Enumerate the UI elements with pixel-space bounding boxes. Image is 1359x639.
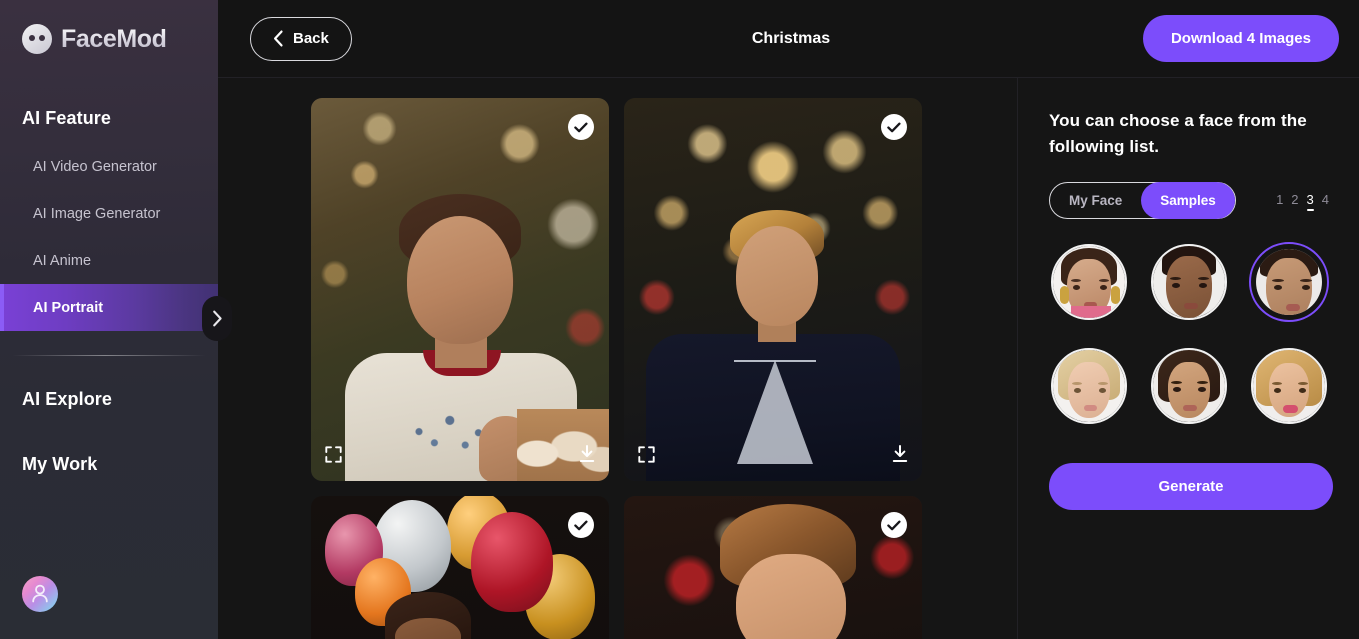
sidebar-section-ai-explore[interactable]: AI Explore [0, 389, 218, 410]
download-button[interactable] [892, 445, 908, 468]
back-button-label: Back [293, 30, 329, 47]
face-sample-2[interactable] [1149, 242, 1229, 322]
result-image [311, 98, 609, 481]
page-3[interactable]: 3 [1306, 192, 1315, 211]
sidebar-item-label: AI Video Generator [33, 158, 157, 175]
result-card-person-with-balloons[interactable] [311, 496, 609, 639]
expand-icon [325, 446, 342, 463]
expand-button[interactable] [325, 446, 342, 468]
sidebar-item-ai-image-generator[interactable]: AI Image Generator [0, 190, 218, 237]
page-1[interactable]: 1 [1276, 192, 1283, 210]
select-checkbox[interactable] [568, 512, 594, 538]
sidebar-section-ai-feature: AI Feature [22, 108, 112, 128]
result-image [624, 496, 922, 639]
sidebar-item-label: AI Portrait [33, 299, 104, 316]
chevron-left-icon [274, 30, 283, 47]
tab-my-face[interactable]: My Face [1050, 182, 1141, 219]
panel-heading: You can choose a face from the following… [1049, 111, 1307, 156]
results-gallery [218, 78, 1018, 639]
face-thumbnail [1051, 348, 1127, 424]
top-header: Back Christmas Download 4 Images [218, 0, 1359, 78]
face-sample-4[interactable] [1049, 346, 1129, 426]
face-thumbnail [1151, 244, 1227, 320]
face-sample-6[interactable] [1249, 346, 1329, 426]
select-checkbox[interactable] [881, 512, 907, 538]
check-icon [887, 520, 901, 530]
sidebar-divider [12, 355, 206, 356]
face-circle-icon [22, 24, 52, 54]
pagination: 1 2 3 4 [1276, 192, 1333, 211]
sidebar-item-label: AI Anime [33, 252, 92, 269]
check-icon [574, 122, 588, 132]
result-image [624, 98, 922, 481]
expand-button[interactable] [638, 446, 655, 468]
source-tabs: My Face Samples [1049, 182, 1236, 219]
check-icon [887, 122, 901, 132]
result-image [311, 496, 609, 639]
sidebar-item-ai-video-generator[interactable]: AI Video Generator [0, 143, 218, 190]
face-sample-5[interactable] [1149, 346, 1229, 426]
download-icon [579, 445, 595, 462]
result-card-smiling-man-cream-sweater[interactable] [311, 98, 609, 481]
face-thumbnail [1051, 244, 1127, 320]
select-checkbox[interactable] [881, 114, 907, 140]
expand-icon [638, 446, 655, 463]
face-thumbnail [1254, 247, 1324, 317]
sidebar-nav: AI Video Generator AI Image Generator AI… [0, 143, 218, 331]
brand-name: FaceMod [61, 24, 167, 53]
download-all-button[interactable]: Download 4 Images [1142, 15, 1339, 62]
chevron-right-icon [212, 310, 222, 327]
app-root: FaceMod AI Feature AI Video Generator AI… [0, 0, 1359, 639]
user-avatar-icon [32, 584, 48, 603]
sidebar-item-ai-anime[interactable]: AI Anime [0, 237, 218, 284]
sidebar-item-label: AI Image Generator [33, 205, 161, 222]
sidebar-collapse-toggle[interactable] [202, 296, 232, 341]
results-grid [311, 98, 1017, 639]
result-card-person-navy-tree-hoodie[interactable] [624, 98, 922, 481]
sidebar: FaceMod AI Feature AI Video Generator AI… [0, 0, 218, 639]
face-sample-grid [1049, 242, 1333, 426]
select-checkbox[interactable] [568, 114, 594, 140]
page-2[interactable]: 2 [1291, 192, 1298, 210]
main-area: Back Christmas Download 4 Images You can… [218, 0, 1359, 639]
download-icon [892, 445, 908, 462]
face-selection-panel: You can choose a face from the following… [1018, 78, 1359, 639]
face-thumbnail [1151, 348, 1227, 424]
panel-controls: My Face Samples 1 2 3 4 [1049, 182, 1333, 219]
face-thumbnail [1251, 348, 1327, 424]
face-sample-1[interactable] [1049, 242, 1129, 322]
result-card-person-red-ornaments[interactable] [624, 496, 922, 639]
sidebar-section-my-work[interactable]: My Work [0, 454, 218, 475]
check-icon [574, 520, 588, 530]
page-4[interactable]: 4 [1322, 192, 1329, 210]
tab-samples[interactable]: Samples [1141, 182, 1235, 219]
back-button[interactable]: Back [250, 16, 352, 61]
avatar[interactable] [22, 576, 58, 612]
generate-button[interactable]: Generate [1049, 463, 1333, 510]
face-sample-3[interactable] [1249, 242, 1329, 322]
sidebar-item-ai-portrait[interactable]: AI Portrait [0, 284, 218, 331]
content-row: You can choose a face from the following… [218, 78, 1359, 639]
brand-logo[interactable]: FaceMod [0, 0, 218, 54]
download-button[interactable] [579, 445, 595, 468]
